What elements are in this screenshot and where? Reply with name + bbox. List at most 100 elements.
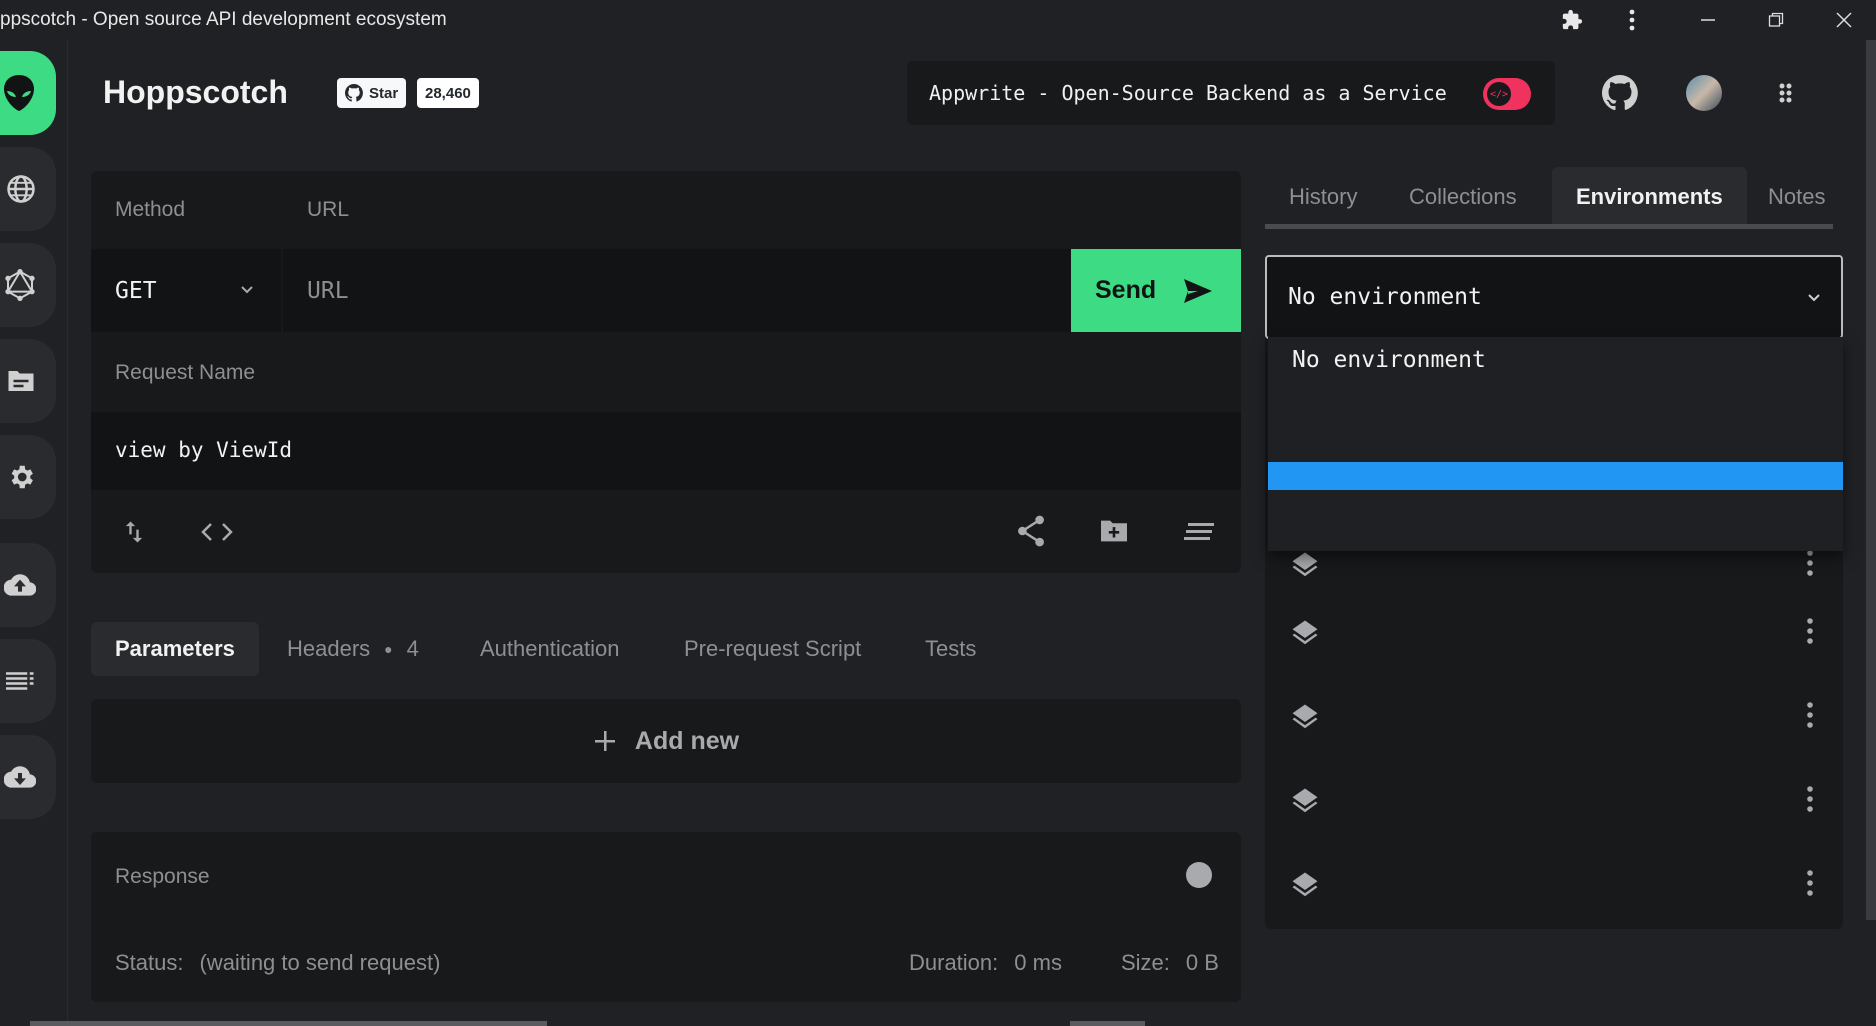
github-link[interactable] xyxy=(1602,75,1638,111)
tab-label: History xyxy=(1289,184,1358,209)
layers-icon xyxy=(1292,552,1318,577)
swap-vert-icon[interactable] xyxy=(120,518,148,546)
chevron-down-icon xyxy=(241,286,253,294)
url-placeholder: URL xyxy=(307,278,349,304)
create-new-folder-icon[interactable] xyxy=(1098,518,1130,544)
method-select[interactable]: GET xyxy=(91,249,281,332)
send-button[interactable]: Send xyxy=(1071,249,1241,332)
tab-history[interactable]: History xyxy=(1265,167,1381,227)
duration-label: Duration: xyxy=(909,950,999,975)
github-icon xyxy=(1602,75,1638,111)
horizontal-scrollbar[interactable] xyxy=(30,1021,547,1026)
send-label: Send xyxy=(1095,276,1157,304)
promo-banner[interactable]: Appwrite - Open-Source Backend as a Serv… xyxy=(907,61,1555,125)
dropdown-option[interactable]: No environment xyxy=(1292,347,1486,373)
tab-label: Pre-request Script xyxy=(684,636,862,661)
layers-icon xyxy=(1292,620,1318,645)
tab-collections[interactable]: Collections xyxy=(1385,167,1541,227)
sidebar xyxy=(0,40,68,1026)
tab-parameters[interactable]: Parameters xyxy=(91,622,259,676)
size-row: Size: 0 B xyxy=(1121,950,1219,976)
size-label: Size: xyxy=(1121,950,1170,975)
list-item[interactable] xyxy=(1265,858,1843,942)
github-icon xyxy=(345,84,363,102)
layers-icon xyxy=(1292,872,1318,897)
more-vert-icon[interactable] xyxy=(1807,550,1813,576)
method-label: Method xyxy=(115,198,186,221)
list-item[interactable] xyxy=(1265,774,1843,858)
url-input[interactable]: URL xyxy=(283,249,1071,332)
cloud-upload-icon xyxy=(4,574,36,596)
response-panel: Response Status: (waiting to send reques… xyxy=(91,832,1241,1002)
list-icon xyxy=(6,672,34,690)
tab-headers[interactable]: Headers ● 4 xyxy=(263,622,443,676)
tab-label: Parameters xyxy=(115,636,235,661)
app-brand[interactable]: Hoppscotch xyxy=(103,74,288,111)
clear-all-icon[interactable] xyxy=(1184,522,1214,540)
list-item[interactable] xyxy=(1265,690,1843,774)
extensions-icon[interactable] xyxy=(1552,4,1592,36)
tab-tests[interactable]: Tests xyxy=(901,622,1000,676)
tab-pre-request-script[interactable]: Pre-request Script xyxy=(660,622,885,676)
folder-icon xyxy=(8,371,34,391)
more-vert-icon[interactable] xyxy=(1807,870,1813,896)
response-title: Response xyxy=(115,865,210,888)
dropdown-highlighted-option[interactable] xyxy=(1268,462,1843,490)
status-label: Status: xyxy=(115,950,184,975)
add-new-label: Add new xyxy=(634,726,740,755)
apps-grid-icon[interactable] xyxy=(1777,81,1801,105)
list-item[interactable] xyxy=(1265,606,1843,690)
more-vert-icon[interactable] xyxy=(1807,786,1813,812)
request-name-input[interactable]: view by ViewId xyxy=(91,412,1241,490)
environment-dropdown: No environment xyxy=(1268,337,1843,551)
send-icon xyxy=(1184,278,1213,303)
github-star-button[interactable]: Star xyxy=(337,78,407,108)
alien-logo-icon xyxy=(4,75,34,111)
nav-realtime[interactable] xyxy=(0,147,56,231)
share-icon[interactable] xyxy=(1016,515,1046,547)
tab-authentication[interactable]: Authentication xyxy=(456,622,643,676)
nav-settings[interactable] xyxy=(0,435,56,519)
size-value: 0 B xyxy=(1185,950,1219,975)
add-new-param-button[interactable]: Add new xyxy=(91,699,1241,783)
tab-label: Collections xyxy=(1409,184,1517,209)
tab-notes[interactable]: Notes xyxy=(1744,167,1849,227)
environment-selected: No environment xyxy=(1288,284,1482,310)
vertical-scrollbar[interactable] xyxy=(1866,40,1876,920)
tabs-underline xyxy=(1265,224,1833,229)
nav-import[interactable] xyxy=(0,543,56,627)
nav-list[interactable] xyxy=(0,639,56,723)
nav-rest[interactable] xyxy=(0,51,56,135)
more-vert-icon[interactable] xyxy=(1807,618,1813,644)
graphql-icon xyxy=(5,269,35,301)
chevron-down-icon xyxy=(1808,294,1820,302)
promo-text: Appwrite - Open-Source Backend as a Serv… xyxy=(929,81,1447,105)
avatar[interactable] xyxy=(1686,75,1722,111)
tab-environments[interactable]: Environments xyxy=(1552,167,1747,227)
close-icon[interactable] xyxy=(1824,4,1864,36)
headers-count-badge: 4 xyxy=(406,636,419,661)
restore-icon[interactable] xyxy=(1756,4,1796,36)
nav-documentation[interactable] xyxy=(0,339,56,423)
cloud-download-icon xyxy=(4,766,36,788)
tab-label: Headers xyxy=(287,636,371,661)
star-label: Star xyxy=(369,84,399,102)
environment-select[interactable]: No environment xyxy=(1265,255,1843,339)
more-vert-icon[interactable] xyxy=(1807,702,1813,728)
more-vert-icon[interactable] xyxy=(1612,4,1652,36)
request-name-label: Request Name xyxy=(115,361,256,384)
window-title: ppscotch - Open source API development e… xyxy=(0,9,447,30)
horizontal-scrollbar-thumb[interactable] xyxy=(1070,1021,1145,1026)
star-count[interactable]: 28,460 xyxy=(417,78,479,108)
gear-icon xyxy=(11,465,33,489)
layers-icon xyxy=(1292,704,1318,729)
nav-graphql[interactable] xyxy=(0,243,56,327)
code-brackets-icon[interactable] xyxy=(200,520,234,544)
nav-export[interactable] xyxy=(0,735,56,819)
promo-toggle[interactable]: </> xyxy=(1483,78,1531,110)
layers-icon xyxy=(1292,788,1318,813)
request-panel xyxy=(91,171,1241,573)
minimize-icon[interactable] xyxy=(1688,4,1728,36)
plus-icon xyxy=(594,731,615,751)
url-label: URL xyxy=(307,198,350,221)
